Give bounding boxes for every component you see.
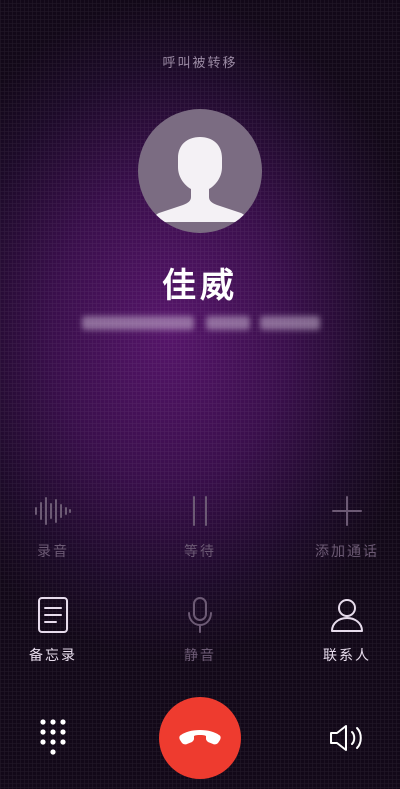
add-call-label: 添加通话 bbox=[315, 544, 379, 560]
caller-name: 佳威 bbox=[162, 266, 238, 306]
person-icon bbox=[331, 599, 363, 632]
in-call-screen: 呼叫被转移 佳威 录音 等待 添加通话 备忘录 静音 联系人 bbox=[0, 0, 400, 789]
waveform-icon bbox=[35, 497, 71, 525]
caller-number-obscured bbox=[82, 316, 320, 332]
keypad-icon bbox=[40, 719, 66, 755]
caller-avatar bbox=[138, 109, 262, 233]
hold-label: 等待 bbox=[184, 544, 216, 560]
add-call-button[interactable]: 添加通话 bbox=[297, 489, 397, 561]
pause-icon bbox=[193, 496, 207, 526]
plus-icon bbox=[332, 496, 362, 526]
call-status-text: 呼叫被转移 bbox=[162, 56, 238, 71]
record-button[interactable]: 录音 bbox=[3, 489, 103, 561]
speaker-icon bbox=[330, 725, 362, 751]
memo-label: 备忘录 bbox=[29, 648, 77, 664]
keypad-button[interactable] bbox=[32, 713, 74, 761]
hangup-button[interactable] bbox=[159, 697, 241, 779]
mute-label: 静音 bbox=[184, 648, 216, 664]
mute-button[interactable]: 静音 bbox=[150, 593, 250, 665]
hold-button[interactable]: 等待 bbox=[150, 489, 250, 561]
speaker-button[interactable] bbox=[324, 716, 370, 760]
microphone-icon bbox=[188, 597, 212, 633]
contacts-label: 联系人 bbox=[323, 648, 371, 664]
default-person-icon bbox=[151, 137, 249, 222]
memo-button[interactable]: 备忘录 bbox=[3, 593, 103, 665]
contacts-button[interactable]: 联系人 bbox=[297, 593, 397, 665]
note-icon bbox=[38, 597, 68, 633]
record-label: 录音 bbox=[37, 544, 69, 560]
hangup-phone-icon bbox=[179, 730, 221, 745]
